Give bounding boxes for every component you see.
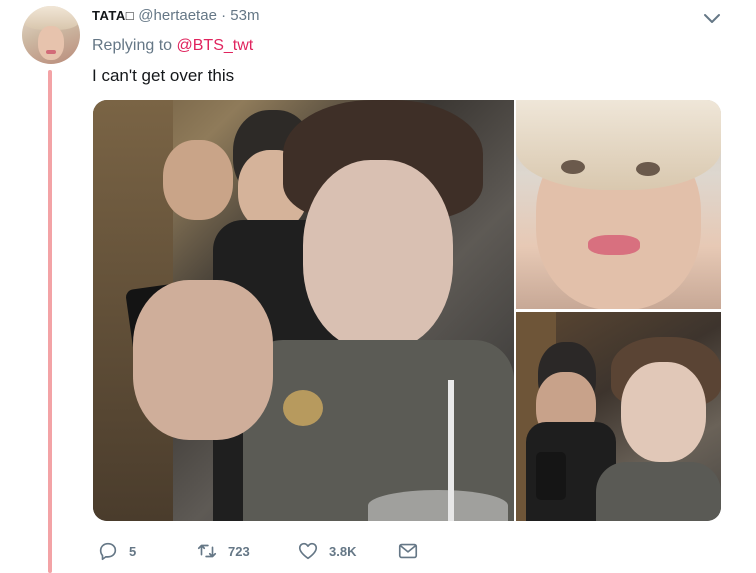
retweet-button[interactable]: 723 <box>196 538 250 564</box>
replying-prefix: Replying to <box>92 37 173 54</box>
like-count: 3.8K <box>329 543 357 559</box>
media-grid <box>93 100 721 521</box>
direct-message-button[interactable] <box>397 538 419 564</box>
tweet-actions: 5 723 3.8K <box>92 538 452 564</box>
reply-button[interactable]: 5 <box>97 538 136 564</box>
reply-icon <box>99 542 117 561</box>
replying-to-link[interactable]: @BTS_twt <box>177 37 254 54</box>
photo-top-right[interactable] <box>516 100 721 309</box>
retweet-count: 723 <box>228 543 250 559</box>
thread-line <box>48 70 52 573</box>
reply-count: 5 <box>129 543 137 559</box>
like-button[interactable]: 3.8K <box>297 538 356 564</box>
user-handle[interactable]: @hertaetae <box>138 7 217 24</box>
photo-main[interactable] <box>93 100 514 521</box>
avatar[interactable] <box>22 6 80 64</box>
display-name[interactable]: TATA <box>92 8 126 23</box>
chevron-down-icon[interactable] <box>702 10 722 28</box>
tweet[interactable]: TATA□ @hertaetae · 53m Replying to @BTS_… <box>0 0 756 573</box>
timestamp[interactable]: 53m <box>230 7 259 24</box>
like-icon <box>298 542 318 560</box>
photo-bottom-right[interactable] <box>516 312 721 521</box>
tweet-header: TATA□ @hertaetae · 53m <box>92 6 259 26</box>
message-icon <box>398 543 418 559</box>
replying-to: Replying to @BTS_twt <box>92 37 253 55</box>
separator-dot: · <box>221 7 227 24</box>
retweet-icon <box>197 544 217 558</box>
name-glyph: □ <box>125 8 135 23</box>
tweet-text: I can't get over this <box>92 66 235 85</box>
